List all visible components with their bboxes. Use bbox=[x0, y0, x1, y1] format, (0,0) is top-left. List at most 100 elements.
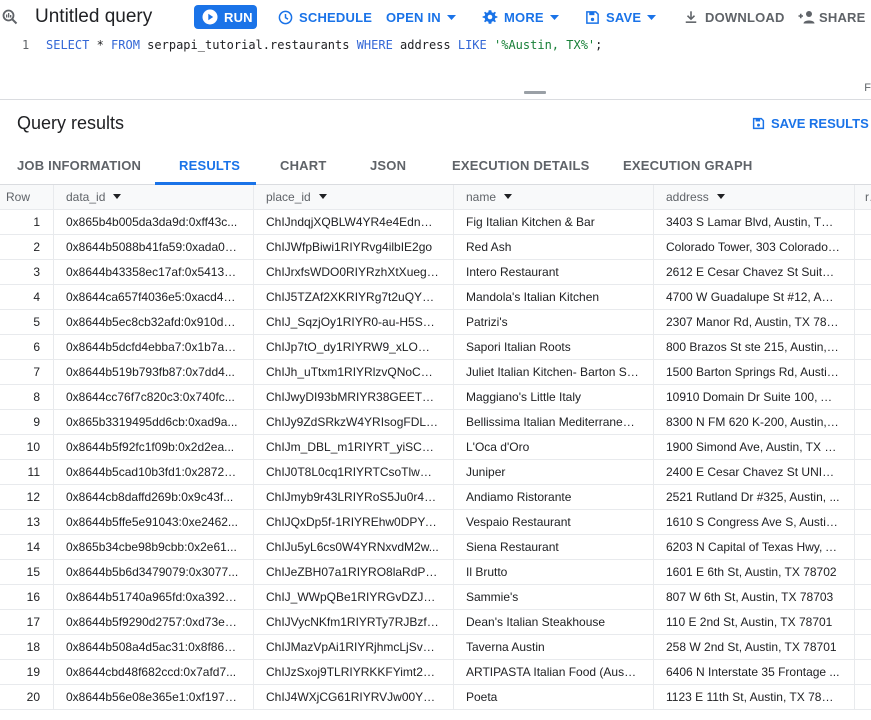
header-data-id[interactable]: data_id bbox=[54, 185, 254, 210]
header-address[interactable]: address bbox=[654, 185, 855, 210]
cell-address[interactable]: 807 W 6th St, Austin, TX 78703 bbox=[654, 585, 855, 610]
cell-data-id[interactable]: 0x8644b5f9290d2757:0xd73ed... bbox=[54, 610, 254, 635]
resize-handle[interactable] bbox=[524, 91, 546, 94]
cell-name[interactable]: Bellissima Italian Mediterranea... bbox=[454, 410, 654, 435]
cell-address[interactable]: 8300 N FM 620 K-200, Austin, ... bbox=[654, 410, 855, 435]
tab-results[interactable]: RESULTS bbox=[179, 149, 240, 184]
row-number[interactable]: 5 bbox=[0, 310, 54, 335]
tab-chart[interactable]: CHART bbox=[280, 149, 327, 184]
cell-place-id[interactable]: ChIJndqjXQBLW4YR4e4Edn7J... bbox=[254, 210, 454, 235]
cell-place-id[interactable]: ChIJ_WWpQBe1RIYRGvDZJ7tg... bbox=[254, 585, 454, 610]
cell-name[interactable]: Patrizi's bbox=[454, 310, 654, 335]
cell-name[interactable]: Il Brutto bbox=[454, 560, 654, 585]
row-number[interactable]: 11 bbox=[0, 460, 54, 485]
row-number[interactable]: 13 bbox=[0, 510, 54, 535]
save-button[interactable]: SAVE bbox=[585, 5, 657, 29]
table-row[interactable]: 1 0x865b4b005da3da9d:0xff43c... ChIJndqjXQ… bbox=[0, 210, 871, 235]
cell-data-id[interactable]: 0x8644b5ffe5e91043:0xe2462... bbox=[54, 510, 254, 535]
query-title[interactable]: Untitled query bbox=[35, 6, 152, 28]
cell-data-id[interactable]: 0x8644ca657f4036e5:0xacd42... bbox=[54, 285, 254, 310]
table-row[interactable]: 9 0x865b3319495dd6cb:0xad9a... ChIJy9ZdSRk… bbox=[0, 410, 871, 435]
table-row[interactable]: 11 0x8644b5cad10b3fd1:0x28721... ChIJ0T8L0… bbox=[0, 460, 871, 485]
cell-data-id[interactable]: 0x8644b519b793fb87:0x7dd4... bbox=[54, 360, 254, 385]
row-number[interactable]: 14 bbox=[0, 535, 54, 560]
cell-name[interactable]: Mandola's Italian Kitchen bbox=[454, 285, 654, 310]
table-row[interactable]: 14 0x865b34cbe98b9cbb:0x2e61... ChIJu5yL6c… bbox=[0, 535, 871, 560]
save-results-button[interactable]: SAVE RESULTS bbox=[752, 116, 871, 131]
sort-menu-icon[interactable] bbox=[318, 194, 327, 200]
cell-name[interactable]: Juniper bbox=[454, 460, 654, 485]
cell-place-id[interactable]: ChIJWfpBiwi1RIYRvg4ilbIE2go bbox=[254, 235, 454, 260]
sort-menu-icon[interactable] bbox=[716, 194, 725, 200]
table-row[interactable]: 3 0x8644b43358ec17af:0x5413a... ChIJrxfsWD… bbox=[0, 260, 871, 285]
cell-data-id[interactable]: 0x8644b5dcfd4ebba7:0x1b7ab... bbox=[54, 335, 254, 360]
cell-address[interactable]: 10910 Domain Dr Suite 100, Au... bbox=[654, 385, 855, 410]
cell-name[interactable]: Vespaio Restaurant bbox=[454, 510, 654, 535]
cell-name[interactable]: Red Ash bbox=[454, 235, 654, 260]
cell-data-id[interactable]: 0x8644cc76f7c820c3:0x740fc... bbox=[54, 385, 254, 410]
sort-menu-icon[interactable] bbox=[504, 194, 513, 200]
row-number[interactable]: 20 bbox=[0, 685, 54, 710]
cell-data-id[interactable]: 0x8644b43358ec17af:0x5413a... bbox=[54, 260, 254, 285]
cell-address[interactable]: 6203 N Capital of Texas Hwy, A... bbox=[654, 535, 855, 560]
table-row[interactable]: 15 0x8644b5b6d3479079:0x3077... ChIJeZBH07… bbox=[0, 560, 871, 585]
cell-name[interactable]: Sapori Italian Roots bbox=[454, 335, 654, 360]
cell-name[interactable]: Dean's Italian Steakhouse bbox=[454, 610, 654, 635]
cell-data-id[interactable]: 0x8644b5b6d3479079:0x3077... bbox=[54, 560, 254, 585]
row-number[interactable]: 8 bbox=[0, 385, 54, 410]
table-row[interactable]: 19 0x8644cbd48f682ccd:0x7afd7... ChIJzSxoj… bbox=[0, 660, 871, 685]
cell-place-id[interactable]: ChIJy9ZdSRkzW4YRIsogFDLN... bbox=[254, 410, 454, 435]
cell-place-id[interactable]: ChIJu5yL6cs0W4YRNxvdM2w... bbox=[254, 535, 454, 560]
cell-address[interactable]: 4700 W Guadalupe St #12, Aus... bbox=[654, 285, 855, 310]
row-number[interactable]: 19 bbox=[0, 660, 54, 685]
cell-name[interactable]: Siena Restaurant bbox=[454, 535, 654, 560]
tab-json[interactable]: JSON bbox=[370, 149, 406, 184]
cell-name[interactable]: Andiamo Ristorante bbox=[454, 485, 654, 510]
download-button[interactable]: DOWNLOAD bbox=[684, 5, 785, 29]
row-number[interactable]: 12 bbox=[0, 485, 54, 510]
cell-place-id[interactable]: ChIJVycNKfm1RIYRTy7RJBzfPtc bbox=[254, 610, 454, 635]
cell-data-id[interactable]: 0x865b3319495dd6cb:0xad9a... bbox=[54, 410, 254, 435]
cell-name[interactable]: Taverna Austin bbox=[454, 635, 654, 660]
row-number[interactable]: 9 bbox=[0, 410, 54, 435]
row-number[interactable]: 15 bbox=[0, 560, 54, 585]
cell-address[interactable]: Colorado Tower, 303 Colorado ... bbox=[654, 235, 855, 260]
cell-place-id[interactable]: ChIJh_uTtxm1RIYRlzvQNoCD1... bbox=[254, 360, 454, 385]
cell-place-id[interactable]: ChIJ0T8L0cq1RIYRTCsoTlwUcig bbox=[254, 460, 454, 485]
cell-data-id[interactable]: 0x8644b508a4d5ac31:0x8f86a... bbox=[54, 635, 254, 660]
table-row[interactable]: 10 0x8644b5f92fc1f09b:0x2d2ea... ChIJm_DBL… bbox=[0, 435, 871, 460]
sort-menu-icon[interactable] bbox=[113, 194, 122, 200]
row-number[interactable]: 18 bbox=[0, 635, 54, 660]
table-row[interactable]: 6 0x8644b5dcfd4ebba7:0x1b7ab... ChIJp7tO_d… bbox=[0, 335, 871, 360]
cell-data-id[interactable]: 0x865b4b005da3da9d:0xff43c... bbox=[54, 210, 254, 235]
table-row[interactable]: 4 0x8644ca657f4036e5:0xacd42... ChIJ5TZAf2… bbox=[0, 285, 871, 310]
table-row[interactable]: 13 0x8644b5ffe5e91043:0xe2462... ChIJQxDp5… bbox=[0, 510, 871, 535]
cell-data-id[interactable]: 0x8644b5cad10b3fd1:0x28721... bbox=[54, 460, 254, 485]
cell-address[interactable]: 6406 N Interstate 35 Frontage ... bbox=[654, 660, 855, 685]
sql-editor[interactable]: 1 SELECT * FROM serpapi_tutorial.restaur… bbox=[0, 36, 871, 100]
cell-place-id[interactable]: ChIJQxDp5f-1RIYREhw0DPYuRuI bbox=[254, 510, 454, 535]
row-number[interactable]: 16 bbox=[0, 585, 54, 610]
table-row[interactable]: 16 0x8644b51740a965fd:0xa3926... ChIJ_WWpQ… bbox=[0, 585, 871, 610]
row-number[interactable]: 6 bbox=[0, 335, 54, 360]
cell-name[interactable]: Fig Italian Kitchen & Bar bbox=[454, 210, 654, 235]
table-row[interactable]: 2 0x8644b5088b41fa59:0xada04... ChIJWfpBiw… bbox=[0, 235, 871, 260]
cell-data-id[interactable]: 0x8644cbd48f682ccd:0x7afd7... bbox=[54, 660, 254, 685]
tab-execution-graph[interactable]: EXECUTION GRAPH bbox=[623, 149, 752, 184]
share-button[interactable]: SHARE bbox=[798, 5, 866, 29]
tab-execution-details[interactable]: EXECUTION DETAILS bbox=[452, 149, 590, 184]
cell-address[interactable]: 2521 Rutland Dr #325, Austin, ... bbox=[654, 485, 855, 510]
cell-place-id[interactable]: ChIJrxfsWDO0RIYRzhXtXuegE... bbox=[254, 260, 454, 285]
cell-data-id[interactable]: 0x8644cb8daffd269b:0x9c43f... bbox=[54, 485, 254, 510]
table-row[interactable]: 5 0x8644b5ec8cb32afd:0x910d5... ChIJ_SqzjO… bbox=[0, 310, 871, 335]
cell-address[interactable]: 2400 E Cesar Chavez St UNIT 3... bbox=[654, 460, 855, 485]
cell-data-id[interactable]: 0x8644b5f92fc1f09b:0x2d2ea... bbox=[54, 435, 254, 460]
cell-address[interactable]: 1610 S Congress Ave S, Austin,... bbox=[654, 510, 855, 535]
cell-name[interactable]: Poeta bbox=[454, 685, 654, 710]
row-number[interactable]: 17 bbox=[0, 610, 54, 635]
cell-place-id[interactable]: ChIJzSxoj9TLRIYRKKFYimt2_Xo bbox=[254, 660, 454, 685]
schedule-button[interactable]: SCHEDULE bbox=[278, 5, 372, 29]
row-number[interactable]: 4 bbox=[0, 285, 54, 310]
tab-job-information[interactable]: JOB INFORMATION bbox=[17, 149, 141, 184]
cell-data-id[interactable]: 0x8644b5088b41fa59:0xada04... bbox=[54, 235, 254, 260]
